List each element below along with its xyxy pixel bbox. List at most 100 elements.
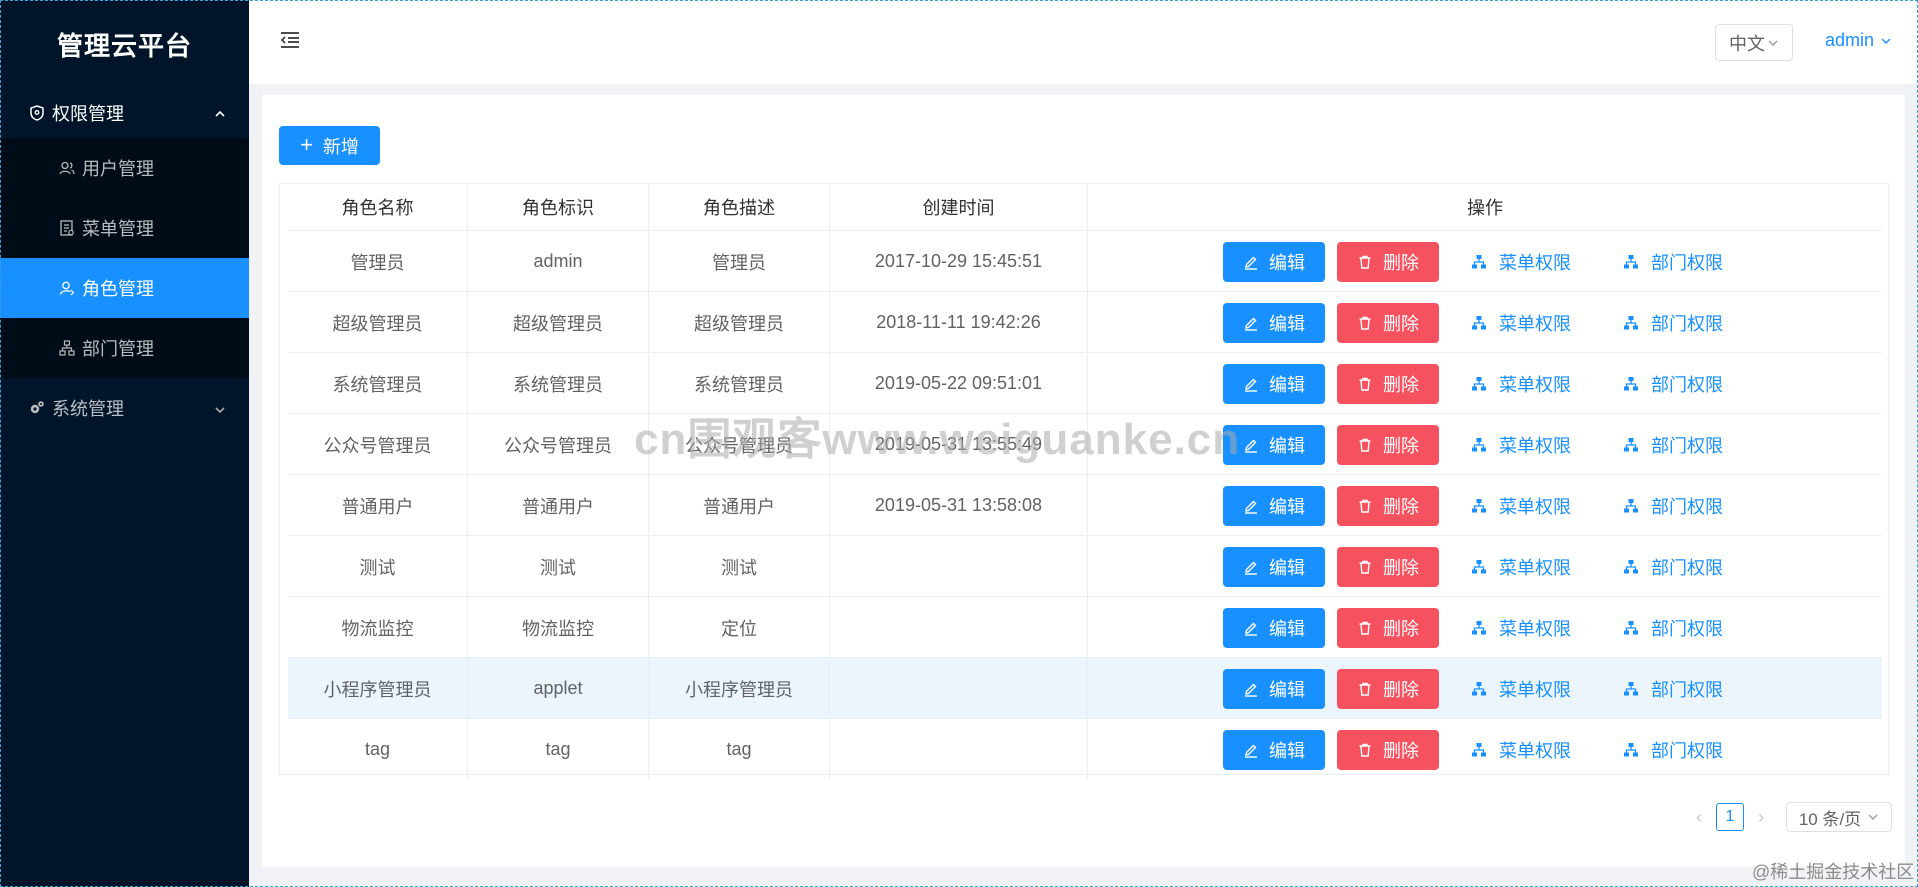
language-select[interactable]: 中文 [1715,24,1793,61]
org-icon [1471,742,1487,758]
next-page-icon[interactable]: › [1750,807,1772,828]
sidebar-item-label: 用户管理 [82,159,154,179]
cell-role-name: tag [288,719,468,780]
corner-watermark: @稀土掘金技术社区 [1752,862,1915,882]
trash-icon [1357,376,1373,392]
page-number[interactable]: 1 [1716,803,1744,831]
sidebar-item-menus[interactable]: 菜单管理 [0,198,249,258]
delete-button[interactable]: 删除 [1337,485,1439,526]
menu-permission-link[interactable]: 菜单权限 [1471,249,1571,275]
sidebar: 管理云平台 权限管理 用户管理 菜单管理 角色管理 部门管理 系统管理 [0,0,249,887]
menu-permission-label: 菜单权限 [1499,496,1571,517]
table-row: 物流监控 物流监控 定位 编辑 删除 菜单权限 部门权限 [288,596,1882,658]
dept-permission-label: 部门权限 [1651,557,1723,578]
cell-role-desc: 定位 [649,597,830,658]
sidebar-item-departments[interactable]: 部门管理 [0,318,249,378]
dept-permission-link[interactable]: 部门权限 [1623,432,1723,458]
sidebar-item-users[interactable]: 用户管理 [0,138,249,198]
delete-button[interactable]: 删除 [1337,546,1439,587]
cell-role-name: 测试 [288,536,468,597]
cogs-icon [28,399,46,417]
menu-permission-label: 菜单权限 [1499,374,1571,395]
table-row: 测试 测试 测试 编辑 删除 菜单权限 部门权限 [288,535,1882,597]
prev-page-icon[interactable]: ‹ [1688,807,1710,828]
org-icon [1471,620,1487,636]
menu-permission-link[interactable]: 菜单权限 [1471,554,1571,580]
sidebar-item-roles[interactable]: 角色管理 [0,258,249,318]
menu-permission-link[interactable]: 菜单权限 [1471,310,1571,336]
menu-permission-link[interactable]: 菜单权限 [1471,493,1571,519]
delete-label: 删除 [1383,679,1419,700]
trash-icon [1357,254,1373,270]
org-icon [1471,254,1487,270]
delete-button[interactable]: 删除 [1337,424,1439,465]
cell-role-key: 超级管理员 [468,292,649,353]
table-row: 小程序管理员 applet 小程序管理员 编辑 删除 菜单权限 部门权限 [288,657,1882,719]
delete-button[interactable]: 删除 [1337,363,1439,404]
sidebar-item-label: 菜单管理 [82,219,154,239]
dept-permission-link[interactable]: 部门权限 [1623,554,1723,580]
menu-permission-link[interactable]: 菜单权限 [1471,676,1571,702]
dept-permission-label: 部门权限 [1651,679,1723,700]
dept-permission-link[interactable]: 部门权限 [1623,676,1723,702]
chevron-down-icon [213,401,227,422]
edit-button[interactable]: 编辑 [1223,424,1325,465]
page-size-select[interactable]: 10 条/页 [1786,802,1892,832]
shield-icon [28,104,46,122]
delete-button[interactable]: 删除 [1337,302,1439,343]
dept-permission-label: 部门权限 [1651,496,1723,517]
cell-role-name: 系统管理员 [288,353,468,414]
delete-label: 删除 [1383,252,1419,273]
dept-permission-link[interactable]: 部门权限 [1623,493,1723,519]
cell-role-name: 普通用户 [288,475,468,536]
menu-group-permissions[interactable]: 权限管理 [0,88,249,138]
user-icon [58,159,76,177]
delete-button[interactable]: 删除 [1337,241,1439,282]
delete-button[interactable]: 删除 [1337,607,1439,648]
role-icon [58,279,76,297]
delete-button[interactable]: 删除 [1337,668,1439,709]
table-row: 管理员 admin 管理员 2017-10-29 15:45:51 编辑 删除 菜单权限 部门… [288,230,1882,292]
dept-permission-link[interactable]: 部门权限 [1623,310,1723,336]
menu-permission-link[interactable]: 菜单权限 [1471,371,1571,397]
edit-button[interactable]: 编辑 [1223,485,1325,526]
edit-icon [1243,254,1259,270]
sidebar-item-label: 部门管理 [82,339,154,359]
dept-permission-link[interactable]: 部门权限 [1623,371,1723,397]
cell-role-key: tag [468,719,649,780]
menu-permission-link[interactable]: 菜单权限 [1471,432,1571,458]
cell-created-time: 2019-05-31 13:55:49 [830,414,1088,475]
dept-permission-link[interactable]: 部门权限 [1623,737,1723,763]
delete-button[interactable]: 删除 [1337,729,1439,770]
org-icon [1471,437,1487,453]
trash-icon [1357,681,1373,697]
trash-icon [1357,437,1373,453]
edit-button[interactable]: 编辑 [1223,668,1325,709]
org-icon [1471,498,1487,514]
edit-button[interactable]: 编辑 [1223,607,1325,648]
edit-button[interactable]: 编辑 [1223,302,1325,343]
delete-label: 删除 [1383,313,1419,334]
menu-permission-link[interactable]: 菜单权限 [1471,737,1571,763]
menu-fold-icon[interactable] [279,31,301,54]
menu-permission-label: 菜单权限 [1499,435,1571,456]
edit-button[interactable]: 编辑 [1223,729,1325,770]
dept-permission-label: 部门权限 [1651,435,1723,456]
dept-permission-link[interactable]: 部门权限 [1623,615,1723,641]
add-button[interactable]: + 新增 [279,126,380,165]
menu-permission-link[interactable]: 菜单权限 [1471,615,1571,641]
edit-button[interactable]: 编辑 [1223,363,1325,404]
user-dropdown[interactable]: admin [1825,30,1892,51]
edit-button[interactable]: 编辑 [1223,241,1325,282]
dept-permission-link[interactable]: 部门权限 [1623,249,1723,275]
edit-label: 编辑 [1269,496,1305,517]
org-icon [1623,254,1639,270]
edit-label: 编辑 [1269,313,1305,334]
cell-role-key: 物流监控 [468,597,649,658]
edit-button[interactable]: 编辑 [1223,546,1325,587]
pagination: ‹ 1 › 10 条/页 [1688,802,1892,832]
cell-created-time [830,597,1088,658]
menu-group-label: 权限管理 [52,104,124,124]
delete-label: 删除 [1383,374,1419,395]
menu-group-system[interactable]: 系统管理 [0,378,249,438]
